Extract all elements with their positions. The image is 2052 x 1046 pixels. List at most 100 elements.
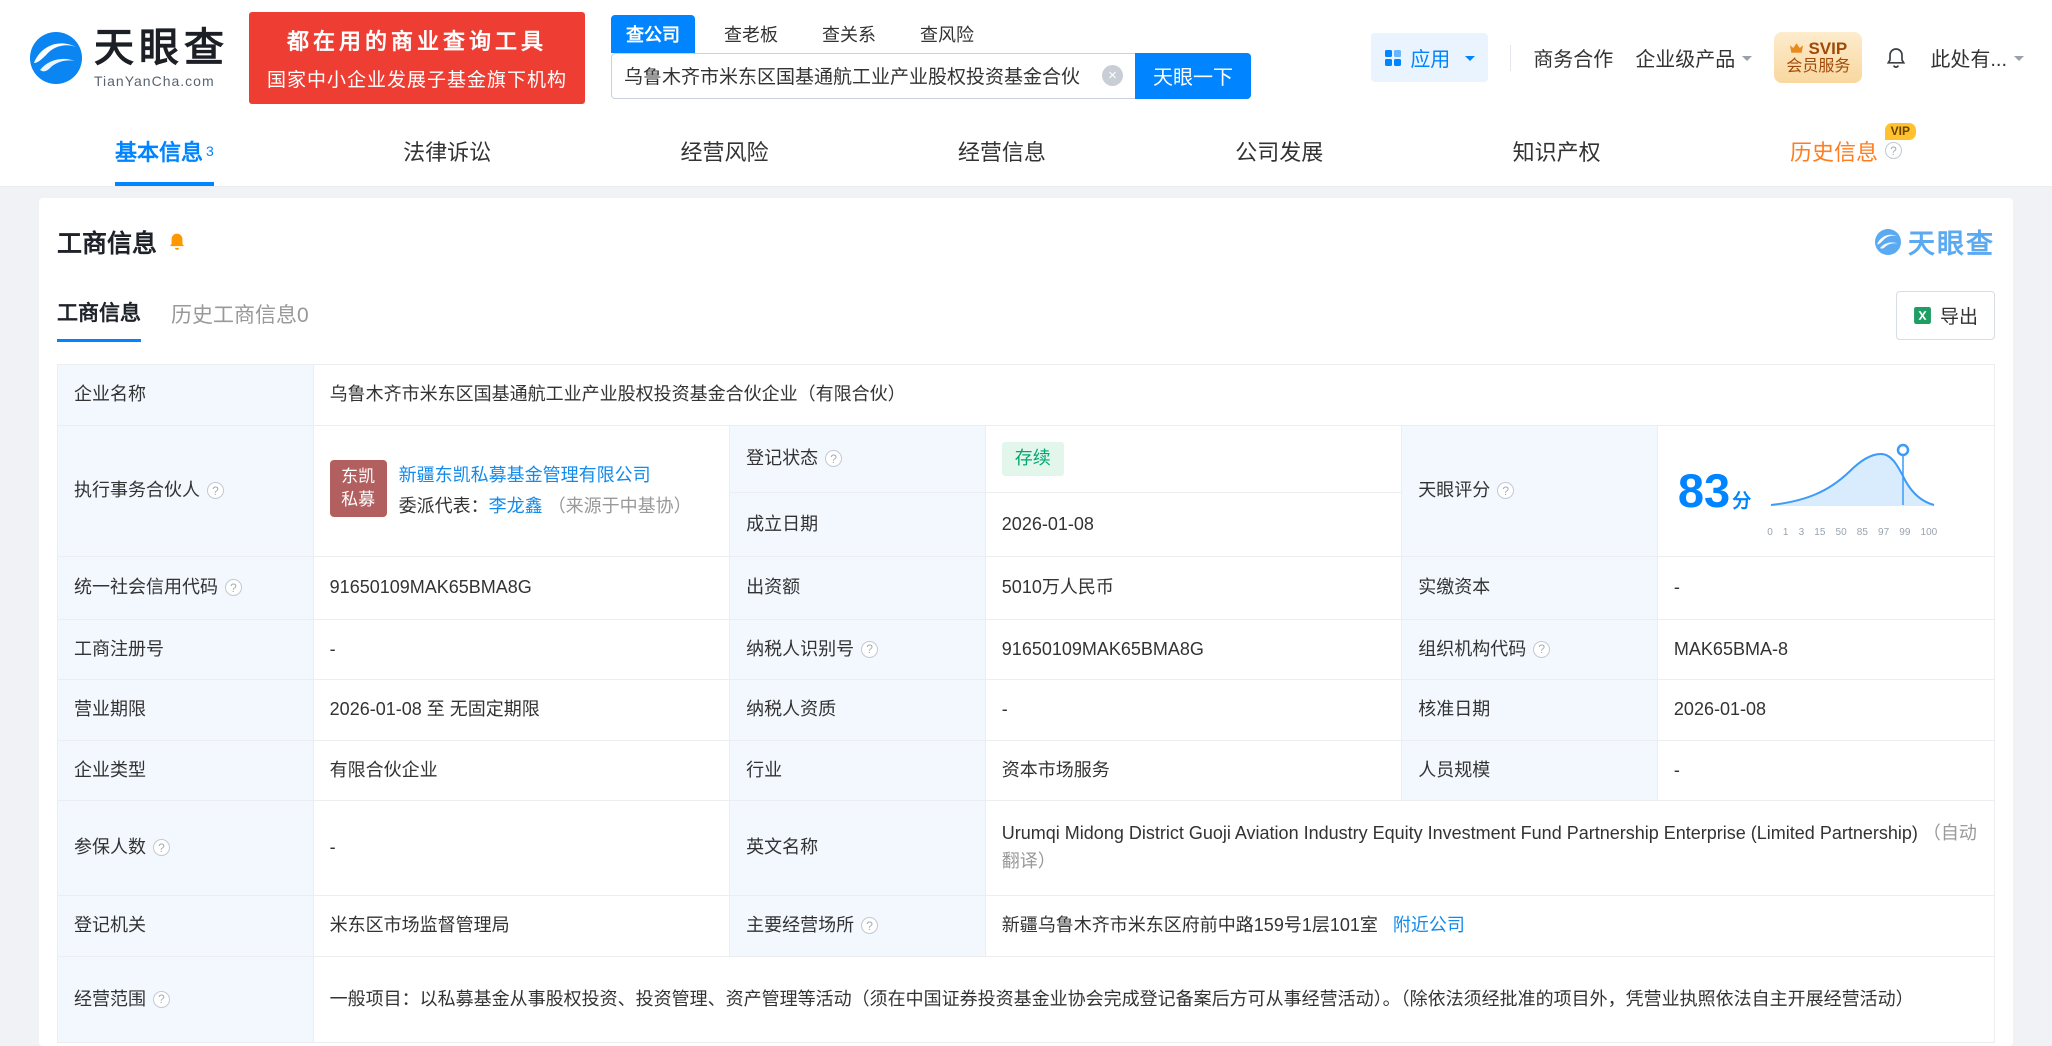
staff-size-value: -	[1657, 741, 1994, 801]
partner-company-link[interactable]: 新疆东凯私募基金管理有限公司	[399, 465, 651, 485]
tab-intellectual-property[interactable]: 知识产权	[1513, 115, 1601, 186]
tab-operating-risk[interactable]: 经营风险	[681, 115, 769, 186]
search-tab-relation[interactable]: 查关系	[807, 15, 891, 53]
help-icon[interactable]: ?	[1497, 482, 1514, 499]
score-axis: 0131550859799100	[1767, 525, 1937, 541]
help-icon[interactable]: ?	[861, 917, 878, 934]
subscribe-bell-icon[interactable]	[167, 232, 187, 252]
capital-value: 5010万人民币	[985, 557, 1401, 620]
establish-date-value: 2026-01-08	[985, 493, 1401, 557]
help-icon[interactable]: ?	[225, 579, 242, 596]
taxpayer-id-value: 91650109MAK65BMA8G	[985, 620, 1401, 680]
enterprise-products-label: 企业级产品	[1635, 43, 1735, 72]
table-row: 营业期限 2026-01-08 至 无固定期限 纳税人资质 - 核准日期 202…	[58, 680, 1995, 741]
score-unit: 分	[1732, 491, 1751, 512]
search-tab-risk[interactable]: 查风险	[905, 15, 989, 53]
company-section-nav: 基本信息 3 法律诉讼 经营风险 经营信息 公司发展 知识产权 历史信息 VIP…	[0, 115, 2052, 187]
help-icon[interactable]: ?	[207, 482, 224, 499]
table-row: 企业类型 有限合伙企业 行业 资本市场服务 人员规模 -	[58, 741, 1995, 801]
chevron-down-icon	[1465, 56, 1475, 66]
partner-badge-line2: 私募	[341, 489, 375, 512]
table-row: 登记机关 米东区市场监督管理局 主要经营场所? 新疆乌鲁木齐市米东区府前中路15…	[58, 896, 1995, 957]
help-icon[interactable]: ?	[825, 450, 842, 467]
industry-value: 资本市场服务	[985, 741, 1401, 801]
tab-history-info[interactable]: 历史信息 VIP ?	[1790, 115, 1902, 186]
chevron-down-icon	[1742, 56, 1752, 66]
partner-badge-line1: 东凯	[341, 466, 375, 489]
business-info-card: 工商信息 天眼查 工商信息 历史工商信息0	[39, 198, 2013, 1046]
help-icon[interactable]: ?	[153, 839, 170, 856]
tab-legal-proceedings[interactable]: 法律诉讼	[403, 115, 491, 186]
search-input[interactable]	[624, 65, 1102, 87]
business-cooperation-link[interactable]: 商务合作	[1533, 43, 1613, 72]
tianyancha-wave-icon	[1874, 228, 1902, 256]
score-axis-tick: 99	[1899, 525, 1910, 541]
tianyan-score-value: 83分 0131550859799100	[1657, 426, 1994, 557]
help-icon[interactable]: ?	[1885, 142, 1902, 159]
registration-number-value: -	[313, 620, 729, 680]
help-icon[interactable]: ?	[153, 991, 170, 1008]
tab-history-info-label: 历史信息	[1790, 135, 1878, 167]
paid-capital-label: 实缴资本	[1402, 557, 1658, 620]
table-row: 统一社会信用代码? 91650109MAK65BMA8G 出资额 5010万人民…	[58, 557, 1995, 620]
paid-capital-value: -	[1657, 557, 1994, 620]
org-code-value: MAK65BMA-8	[1657, 620, 1994, 680]
help-icon[interactable]: ?	[1533, 641, 1550, 658]
apps-grid-icon	[1384, 49, 1402, 67]
search-tabs: 查公司 查老板 查关系 查风险	[611, 17, 1251, 53]
english-name-label: 英文名称	[730, 801, 986, 896]
tianyan-score-label: 天眼评分?	[1402, 426, 1658, 557]
credit-code-label: 统一社会信用代码?	[58, 557, 314, 620]
account-menu[interactable]: 此处有...	[1930, 43, 2024, 72]
help-icon[interactable]: ?	[861, 641, 878, 658]
score-number: 83	[1678, 464, 1730, 517]
org-code-label: 组织机构代码?	[1402, 620, 1658, 680]
crown-icon	[1789, 42, 1804, 54]
subtab-current-info[interactable]: 工商信息	[57, 297, 141, 342]
tianyancha-watermark: 天眼查	[1874, 222, 1995, 261]
search-box: ×	[611, 53, 1135, 99]
subtab-history-info[interactable]: 历史工商信息0	[171, 299, 309, 341]
score-distribution-chart	[1767, 441, 1937, 515]
delegate-name-link[interactable]: 李龙鑫	[489, 496, 543, 516]
business-term-value: 2026-01-08 至 无固定期限	[313, 680, 729, 741]
tianyancha-wave-icon	[28, 30, 84, 86]
search-area: 查公司 查老板 查关系 查风险 × 天眼一下	[611, 17, 1251, 99]
address-text: 新疆乌鲁木齐市米东区府前中路159号1层101室	[1002, 915, 1378, 935]
score-marker-icon	[1898, 445, 1908, 455]
score-axis-tick: 100	[1921, 525, 1938, 541]
table-row: 执行事务合伙人? 东凯 私募 新疆东凯私募基金管理有限公司 委派代表：李龙鑫 （…	[58, 426, 1995, 493]
search-tab-company[interactable]: 查公司	[611, 15, 695, 53]
page-content: 工商信息 天眼查 工商信息 历史工商信息0	[0, 187, 2052, 1046]
enterprise-products-menu[interactable]: 企业级产品	[1635, 43, 1752, 72]
notifications-button[interactable]	[1884, 46, 1908, 70]
company-type-label: 企业类型	[58, 741, 314, 801]
brand-name: 天眼查	[94, 28, 229, 68]
tab-basic-info-label: 基本信息	[115, 135, 203, 167]
chevron-down-icon	[2014, 56, 2024, 66]
executive-partner-label: 执行事务合伙人?	[58, 426, 314, 557]
watermark-text: 天眼查	[1908, 222, 1995, 261]
svip-membership-button[interactable]: SVIP 会员服务	[1774, 32, 1862, 84]
apps-label: 应用	[1410, 43, 1450, 72]
apps-menu[interactable]: 应用	[1371, 33, 1488, 82]
insured-count-label: 参保人数?	[58, 801, 314, 896]
tab-basic-info-count: 3	[206, 143, 214, 159]
nearby-companies-link[interactable]: 附近公司	[1393, 915, 1465, 935]
search-button[interactable]: 天眼一下	[1135, 53, 1251, 99]
tab-operating-info[interactable]: 经营信息	[958, 115, 1046, 186]
export-button[interactable]: 导出	[1896, 291, 1995, 340]
tianyancha-logo[interactable]: 天眼查 TianYanCha.com	[28, 28, 229, 88]
tab-company-development[interactable]: 公司发展	[1235, 115, 1323, 186]
divider	[1510, 45, 1511, 71]
score-axis-tick: 97	[1878, 525, 1889, 541]
taxpayer-quality-label: 纳税人资质	[730, 680, 986, 741]
search-tab-boss[interactable]: 查老板	[709, 15, 793, 53]
section-title: 工商信息	[57, 224, 157, 260]
clear-search-icon[interactable]: ×	[1102, 65, 1123, 86]
bell-icon	[1884, 46, 1908, 70]
promo-line2: 国家中小企业发展子基金旗下机构	[267, 65, 567, 92]
promo-banner[interactable]: 都在用的商业查询工具 国家中小企业发展子基金旗下机构	[249, 12, 585, 104]
tab-basic-info[interactable]: 基本信息 3	[115, 115, 214, 186]
score-axis-tick: 15	[1814, 525, 1825, 541]
